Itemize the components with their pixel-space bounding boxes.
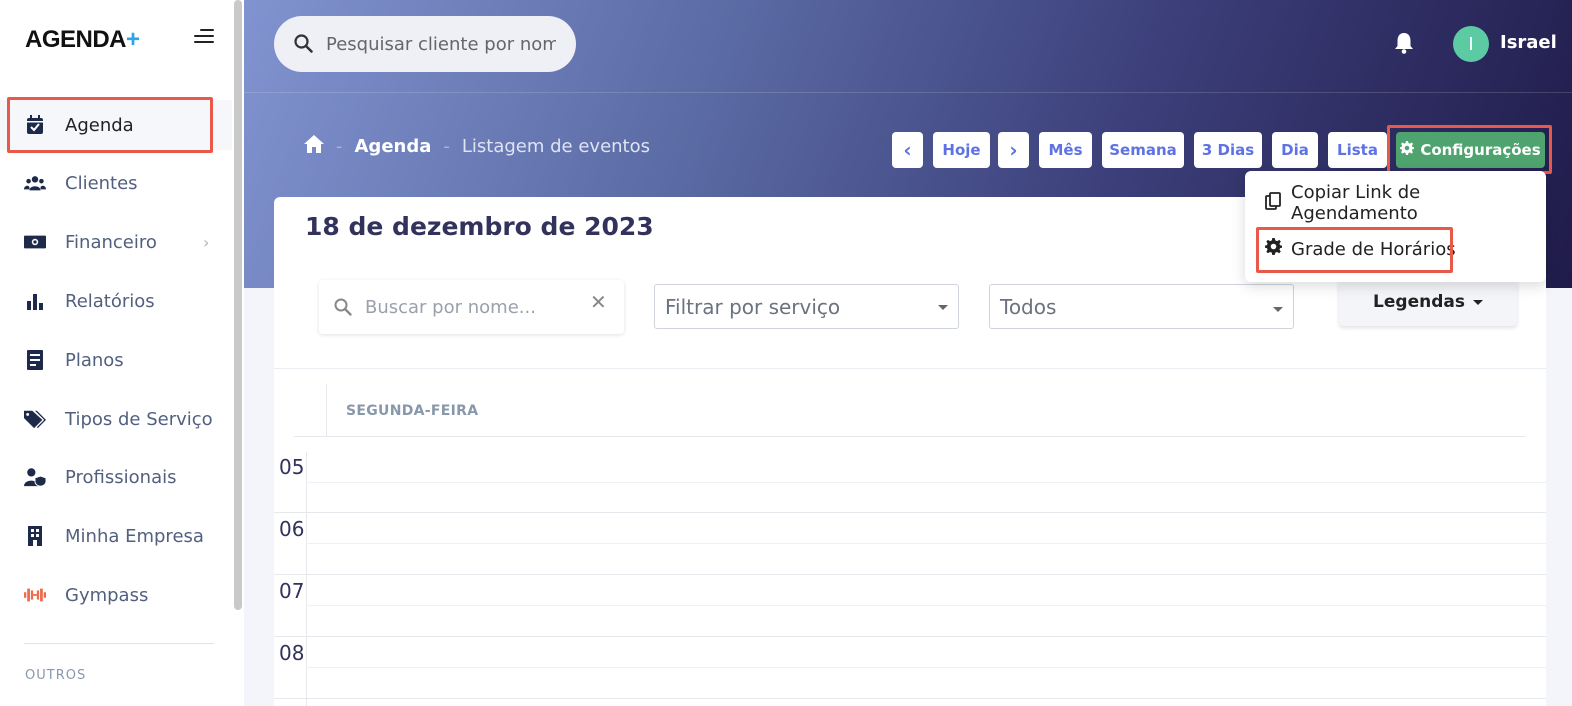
- sidebar-item-label: Relatórios: [65, 290, 155, 312]
- calendar-header-line: [294, 436, 1526, 437]
- name-search: [319, 280, 624, 334]
- service-filter-select[interactable]: Filtrar por serviço: [654, 284, 959, 329]
- sidebar-item-relatorios[interactable]: Relatórios: [0, 276, 232, 326]
- hour-label: 07: [279, 579, 305, 603]
- hour-line: [274, 512, 1546, 513]
- week-view-button[interactable]: Semana: [1102, 132, 1184, 168]
- half-hour-line: [306, 543, 1546, 544]
- hour-label: 06: [279, 517, 305, 541]
- highlight-agenda: [7, 97, 213, 153]
- status-filter-value: Todos: [1000, 294, 1057, 319]
- sidebar-item-label: Profissionais: [65, 466, 177, 488]
- breadcrumb-separator: -: [443, 136, 450, 157]
- calendar-day-header[interactable]: SEGUNDA-FEIRA: [346, 403, 478, 419]
- sidebar-item-label: Clientes: [65, 172, 138, 194]
- building-icon: [24, 525, 46, 547]
- status-filter-select[interactable]: Todos: [989, 284, 1294, 329]
- document-icon: [24, 349, 46, 371]
- hour-line: [274, 636, 1546, 637]
- money-bill-icon: [24, 231, 46, 253]
- sidebar-item-label: Minha Empresa: [65, 525, 204, 547]
- three-days-view-button[interactable]: 3 Dias: [1194, 132, 1262, 168]
- copy-icon: [1265, 191, 1281, 215]
- menu-item-copy-link[interactable]: Copiar Link de Agendamento: [1245, 182, 1546, 224]
- chevron-right-icon: ›: [203, 232, 210, 252]
- sidebar-item-planos[interactable]: Planos: [0, 335, 232, 385]
- list-view-button[interactable]: Lista: [1328, 132, 1387, 168]
- page-title: 18 de dezembro de 2023: [305, 212, 654, 241]
- sidebar-item-label: Gympass: [65, 584, 149, 606]
- next-button[interactable]: ›: [998, 132, 1029, 168]
- menu-toggle-icon[interactable]: [194, 28, 214, 44]
- sidebar-divider: [24, 643, 214, 644]
- legend-button[interactable]: Legendas: [1339, 278, 1517, 326]
- breadcrumb: - Agenda - Listagem de eventos: [304, 135, 650, 158]
- sidebar-scrollbar[interactable]: [234, 0, 242, 610]
- section-label-outros: OUTROS: [25, 668, 87, 683]
- hour-line: [274, 698, 1546, 699]
- sidebar-item-clientes[interactable]: Clientes: [0, 158, 232, 208]
- header-separator: [244, 92, 1572, 93]
- sidebar-item-label: Financeiro: [65, 231, 157, 253]
- hour-label: 08: [279, 641, 305, 665]
- app-logo[interactable]: AGENDA+: [25, 26, 140, 54]
- client-search-input[interactable]: [326, 32, 556, 56]
- half-hour-line: [306, 482, 1546, 483]
- caret-down-icon: [1273, 307, 1283, 312]
- bell-icon[interactable]: [1394, 32, 1414, 58]
- card-separator: [274, 368, 1546, 369]
- home-icon[interactable]: [304, 135, 324, 158]
- user-shield-icon: [24, 466, 46, 488]
- calendar-column-divider: [326, 384, 327, 436]
- clear-search-icon[interactable]: ✕: [590, 290, 607, 314]
- dumbbell-icon: [24, 584, 46, 606]
- breadcrumb-agenda[interactable]: Agenda: [355, 136, 432, 157]
- legend-button-label: Legendas: [1373, 292, 1465, 312]
- highlight-config: [1387, 125, 1552, 174]
- sidebar-item-tipos-servico[interactable]: Tipos de Serviço: [0, 394, 232, 444]
- half-hour-line: [306, 605, 1546, 606]
- month-view-button[interactable]: Mês: [1039, 132, 1092, 168]
- hour-label: 05: [279, 455, 305, 479]
- menu-item-label: Copiar Link de Agendamento: [1291, 182, 1421, 224]
- prev-button[interactable]: ‹: [892, 132, 923, 168]
- highlight-schedule-grid: [1256, 227, 1453, 273]
- service-filter-value: Filtrar por serviço: [665, 294, 841, 319]
- sidebar-item-label: Tipos de Serviço: [65, 408, 213, 430]
- half-hour-line: [306, 667, 1546, 668]
- bar-chart-icon: [24, 290, 46, 312]
- today-button[interactable]: Hoje: [933, 132, 990, 168]
- sidebar-item-minha-empresa[interactable]: Minha Empresa: [0, 511, 232, 561]
- sidebar-item-profissionais[interactable]: Profissionais: [0, 452, 232, 502]
- client-search: [274, 16, 576, 72]
- avatar[interactable]: I: [1453, 26, 1489, 62]
- caret-down-icon: [938, 305, 948, 310]
- sidebar-item-label: Planos: [65, 349, 124, 371]
- name-search-input[interactable]: [365, 295, 585, 319]
- users-icon: [24, 172, 46, 194]
- caret-down-icon: [1472, 299, 1483, 305]
- day-view-button[interactable]: Dia: [1272, 132, 1318, 168]
- search-icon: [334, 298, 352, 320]
- search-icon: [294, 34, 313, 57]
- hour-line: [274, 574, 1546, 575]
- breadcrumb-current: Listagem de eventos: [461, 136, 651, 157]
- user-name[interactable]: Israel: [1500, 32, 1557, 53]
- sidebar-item-gympass[interactable]: Gympass: [0, 570, 232, 620]
- sidebar-item-financeiro[interactable]: Financeiro ›: [0, 217, 232, 267]
- breadcrumb-separator: -: [336, 136, 343, 157]
- tags-icon: [24, 408, 46, 430]
